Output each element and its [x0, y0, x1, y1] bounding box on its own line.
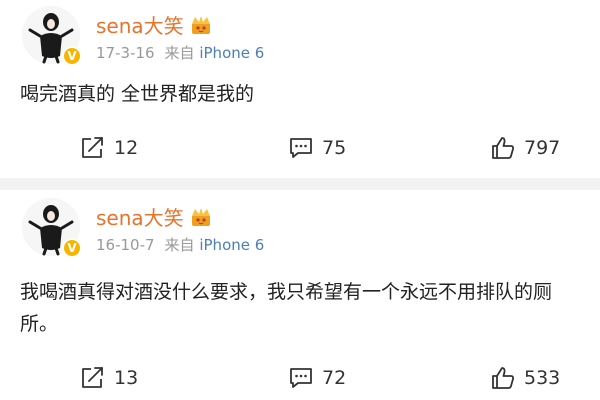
repost-icon — [82, 367, 103, 388]
repost-icon — [82, 137, 103, 158]
crown-icon — [190, 15, 212, 35]
repost-button[interactable]: 12 — [80, 136, 138, 160]
comment-count: 72 — [322, 367, 347, 389]
like-button[interactable]: 797 — [490, 136, 560, 160]
source-device[interactable]: iPhone 6 — [199, 44, 264, 62]
post-date: 17-3-16 — [96, 44, 155, 62]
source-prefix: 来自 — [164, 236, 195, 254]
post-text: 我喝酒真得对酒没什么要求，我只希望有一个永远不用排队的厕所。 — [20, 281, 553, 335]
like-icon — [492, 137, 514, 159]
weibo-post: V sena大笑 17-3-16 来自 iPhone 6 喝完酒真的 全世界都是… — [0, 0, 600, 178]
post-meta: 16-10-7 来自 iPhone 6 — [96, 234, 264, 255]
post-actions: 12 75 797 — [0, 136, 600, 168]
weibo-post: V sena大笑 16-10-7 来自 iPhone 6 我喝酒真得对酒没什么要… — [0, 190, 600, 400]
source-prefix: 来自 — [164, 44, 195, 62]
repost-count: 12 — [114, 137, 139, 159]
post-text: 喝完酒真的 全世界都是我的 — [20, 83, 255, 105]
avatar[interactable]: V — [22, 198, 82, 258]
username[interactable]: sena大笑 — [96, 10, 184, 39]
post-meta: 17-3-16 来自 iPhone 6 — [96, 42, 264, 63]
source-device[interactable]: iPhone 6 — [199, 236, 264, 254]
comment-button[interactable]: 75 — [288, 136, 346, 160]
avatar[interactable]: V — [22, 6, 82, 66]
repost-button[interactable]: 13 — [80, 366, 138, 390]
repost-count: 13 — [114, 367, 139, 389]
like-count: 533 — [524, 367, 561, 389]
crown-icon — [190, 207, 212, 227]
post-date: 16-10-7 — [96, 236, 155, 254]
verified-badge-icon: V — [62, 238, 82, 258]
like-icon — [492, 367, 514, 389]
like-count: 797 — [524, 137, 561, 159]
comment-count: 75 — [322, 137, 347, 159]
comment-icon — [290, 138, 312, 158]
post-actions: 13 72 533 — [0, 366, 600, 398]
like-button[interactable]: 533 — [490, 366, 560, 390]
post-divider — [0, 178, 600, 190]
verified-badge-icon: V — [62, 46, 82, 66]
comment-icon — [290, 368, 312, 388]
comment-button[interactable]: 72 — [288, 366, 346, 390]
username[interactable]: sena大笑 — [96, 202, 184, 231]
